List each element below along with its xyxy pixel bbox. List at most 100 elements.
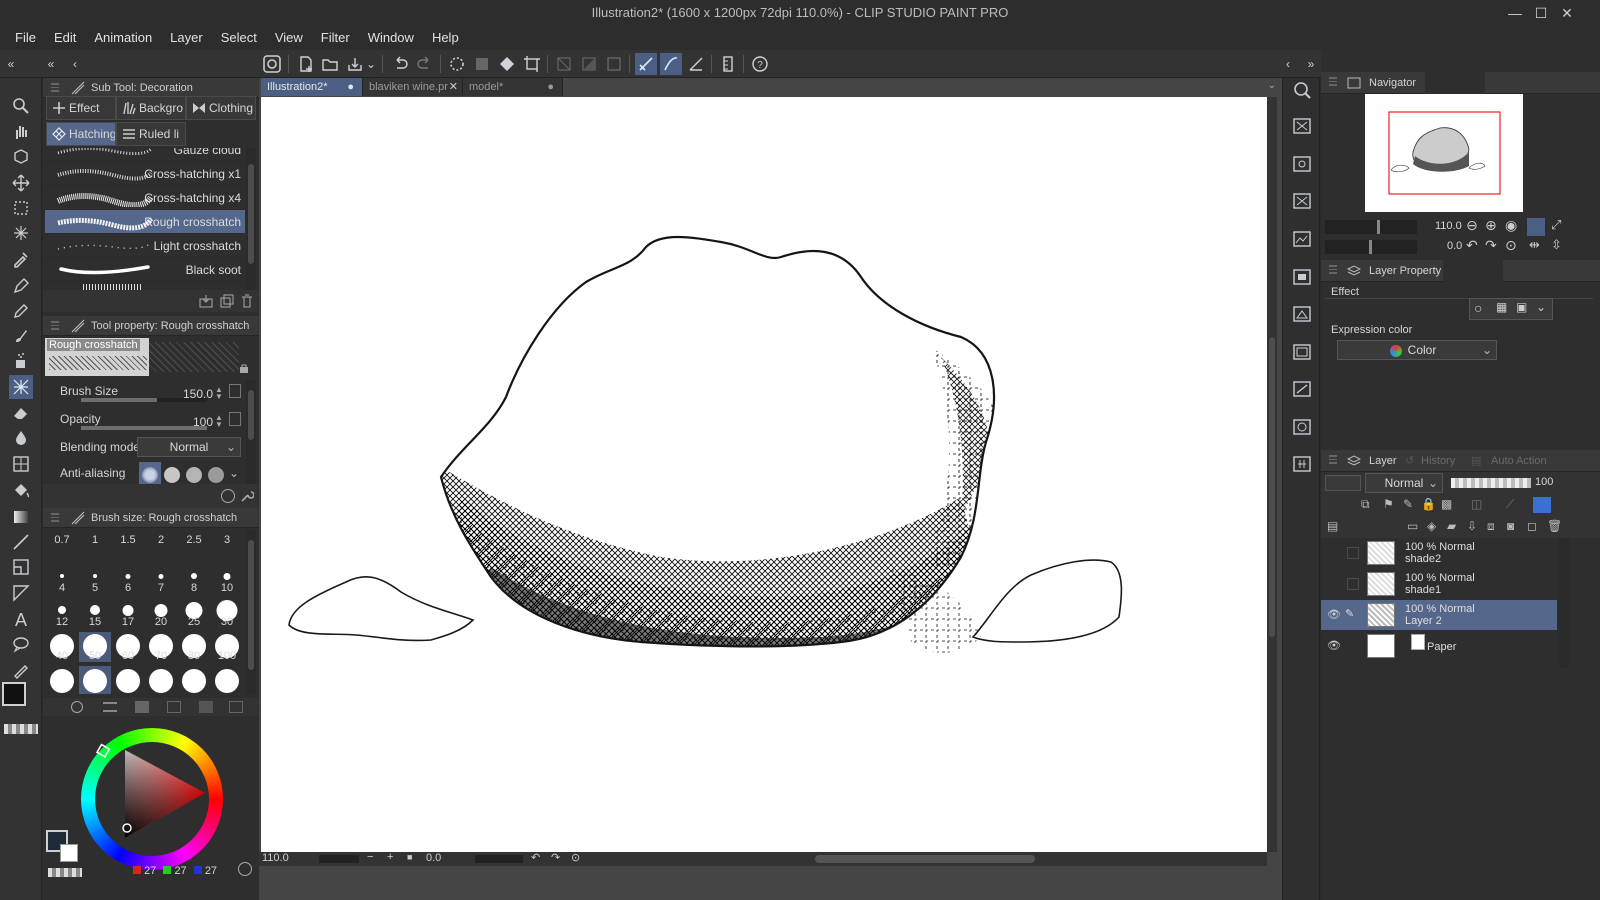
help-icon[interactable]: ?: [749, 53, 771, 75]
visibility-toggle[interactable]: [1347, 578, 1359, 590]
tab-auto-action[interactable]: Auto Action: [1491, 450, 1547, 472]
brush-size-option[interactable]: 70: [145, 632, 177, 662]
brush-size-slider[interactable]: [81, 398, 207, 402]
green-value[interactable]: 27: [174, 865, 186, 877]
brush-cross-hatching-x1[interactable]: Cross-hatching x1: [45, 162, 245, 186]
color-set-tab-icon[interactable]: [135, 701, 149, 713]
eye-icon[interactable]: 👁: [1327, 608, 1341, 622]
color-wheel[interactable]: [73, 720, 233, 880]
brush-size-option[interactable]: [211, 666, 243, 694]
red-value[interactable]: 27: [144, 865, 156, 877]
chevron-left-right-panel-icon[interactable]: ‹: [1281, 53, 1295, 75]
visibility-toggle[interactable]: [1347, 547, 1359, 559]
selection-tool-icon[interactable]: [9, 196, 33, 220]
snap-special-ruler-icon[interactable]: [660, 53, 682, 75]
layer-color-icon[interactable]: [1533, 497, 1551, 513]
tab-hatching[interactable]: Hatching: [46, 122, 116, 146]
layer-row-paper[interactable]: 👁 Paper: [1321, 631, 1557, 661]
fit-navigator-icon[interactable]: ⤢: [1551, 217, 1561, 233]
tone-effect-icon[interactable]: ▦: [1496, 300, 1507, 314]
ruler-icon[interactable]: [717, 53, 739, 75]
navigator-zoom-value[interactable]: 110.0: [1435, 220, 1462, 232]
lock-transparency-icon[interactable]: ▩: [1441, 497, 1452, 511]
new-vector-layer-icon[interactable]: ◈: [1427, 519, 1436, 533]
layer-row-layer2[interactable]: 👁 ✎ 100 % Normal Layer 2: [1321, 600, 1557, 630]
brush-size-option[interactable]: [112, 666, 144, 694]
brush-size-option[interactable]: 2.5: [178, 530, 210, 560]
menu-filter[interactable]: Filter: [312, 26, 359, 50]
tabs-menu-icon[interactable]: ⌄: [1268, 80, 1276, 91]
anti-alias-medium-option[interactable]: [186, 467, 202, 483]
brush-size-option[interactable]: [145, 666, 177, 694]
reset-rotation-icon[interactable]: ⊙: [571, 851, 580, 864]
airbrush-tool-icon[interactable]: [9, 349, 33, 373]
transform-icon[interactable]: [521, 53, 543, 75]
saturation-triangle[interactable]: [73, 720, 233, 880]
gradient-tool-icon[interactable]: [9, 505, 33, 529]
brush-size-option[interactable]: 50: [79, 632, 111, 662]
navigator-angle-value[interactable]: 0.0: [1447, 240, 1462, 252]
new-raster-layer-icon[interactable]: ▭: [1407, 519, 1418, 533]
material-folder-icon-6[interactable]: [1290, 302, 1314, 326]
ruler-link-icon[interactable]: ⟋: [1506, 497, 1514, 512]
layer-blend-select[interactable]: Normal ⌄: [1365, 473, 1443, 493]
new-file-icon[interactable]: [295, 53, 317, 75]
tab-background[interactable]: Backgro: [116, 96, 186, 120]
brush-black-soot[interactable]: Black soot: [45, 258, 245, 282]
fill-icon[interactable]: [496, 53, 518, 75]
color-slider-tab-icon[interactable]: [103, 702, 117, 712]
transparent-chip-icon[interactable]: [48, 868, 82, 877]
lock-icon[interactable]: [239, 362, 249, 373]
fit-icon[interactable]: ■: [407, 852, 412, 862]
brush-size-option[interactable]: 1: [79, 530, 111, 560]
menu-edit[interactable]: Edit: [45, 26, 85, 50]
tab-model[interactable]: model* ●: [463, 78, 563, 96]
apply-mask-icon[interactable]: ◻: [1527, 519, 1537, 533]
menu-animation[interactable]: Animation: [85, 26, 161, 50]
navigator-zoom-slider[interactable]: [1325, 220, 1417, 234]
zoom-in-icon[interactable]: ⊕: [1485, 217, 1497, 234]
actual-size-icon[interactable]: ◉: [1505, 217, 1517, 234]
brush-size-pressure-icon[interactable]: [229, 384, 241, 398]
save-dropdown-icon[interactable]: ⌄: [364, 53, 378, 75]
zoom-in-icon[interactable]: +: [387, 851, 393, 863]
new-folder-icon[interactable]: ▰: [1447, 519, 1456, 533]
flip-horizontal-icon[interactable]: ⇹: [1529, 237, 1540, 253]
operation-tool-icon[interactable]: [9, 145, 33, 169]
tab-blaviken-wine[interactable]: blaviken wine.pr ✕: [363, 78, 463, 96]
close-tab-icon[interactable]: ✕: [449, 78, 458, 96]
figure-tool-icon[interactable]: [9, 452, 33, 476]
create-mask-icon[interactable]: ◙: [1507, 519, 1514, 533]
brush-size-option[interactable]: 100: [211, 632, 243, 662]
canvas-horizontal-scrollbar[interactable]: [815, 855, 1035, 863]
color-wheel-tab-icon[interactable]: [71, 701, 83, 713]
clear-icon[interactable]: [446, 53, 468, 75]
fill-tool-icon[interactable]: [9, 479, 33, 503]
drawing-canvas[interactable]: [261, 97, 1267, 852]
brush-size-option[interactable]: 7: [145, 564, 177, 594]
menu-window[interactable]: Window: [359, 26, 423, 50]
trash-icon[interactable]: [240, 294, 254, 308]
color-settings-icon[interactable]: [238, 862, 252, 876]
balloon-tool-icon[interactable]: [9, 632, 33, 656]
opacity-slider[interactable]: [81, 426, 207, 430]
clip-studio-icon[interactable]: [261, 53, 283, 75]
material-folder-icon-3[interactable]: [1290, 189, 1314, 213]
navigator-preview[interactable]: [1365, 94, 1523, 212]
wrench-icon[interactable]: [240, 489, 255, 503]
tool-property-scrollbar[interactable]: [246, 380, 256, 486]
tab-ruled-line[interactable]: Ruled li: [116, 122, 186, 146]
main-color-swatch[interactable]: [2, 682, 26, 706]
maximize-button[interactable]: ☐: [1530, 2, 1552, 24]
zoom-tool-icon[interactable]: [9, 94, 33, 118]
undo-icon[interactable]: [389, 53, 411, 75]
chevron-left-icon[interactable]: ‹: [68, 53, 82, 75]
layer-row-shade1[interactable]: 100 % Normal shade1: [1321, 569, 1557, 599]
duplicate-icon[interactable]: [220, 294, 234, 308]
text-tool-icon[interactable]: A: [9, 607, 33, 631]
reset-rotation-icon[interactable]: ⊙: [1505, 237, 1517, 254]
tab-history[interactable]: History: [1421, 450, 1455, 472]
brush-size-option[interactable]: 30: [211, 598, 243, 628]
minimize-button[interactable]: —: [1504, 2, 1526, 24]
open-folder-icon[interactable]: [319, 53, 341, 75]
